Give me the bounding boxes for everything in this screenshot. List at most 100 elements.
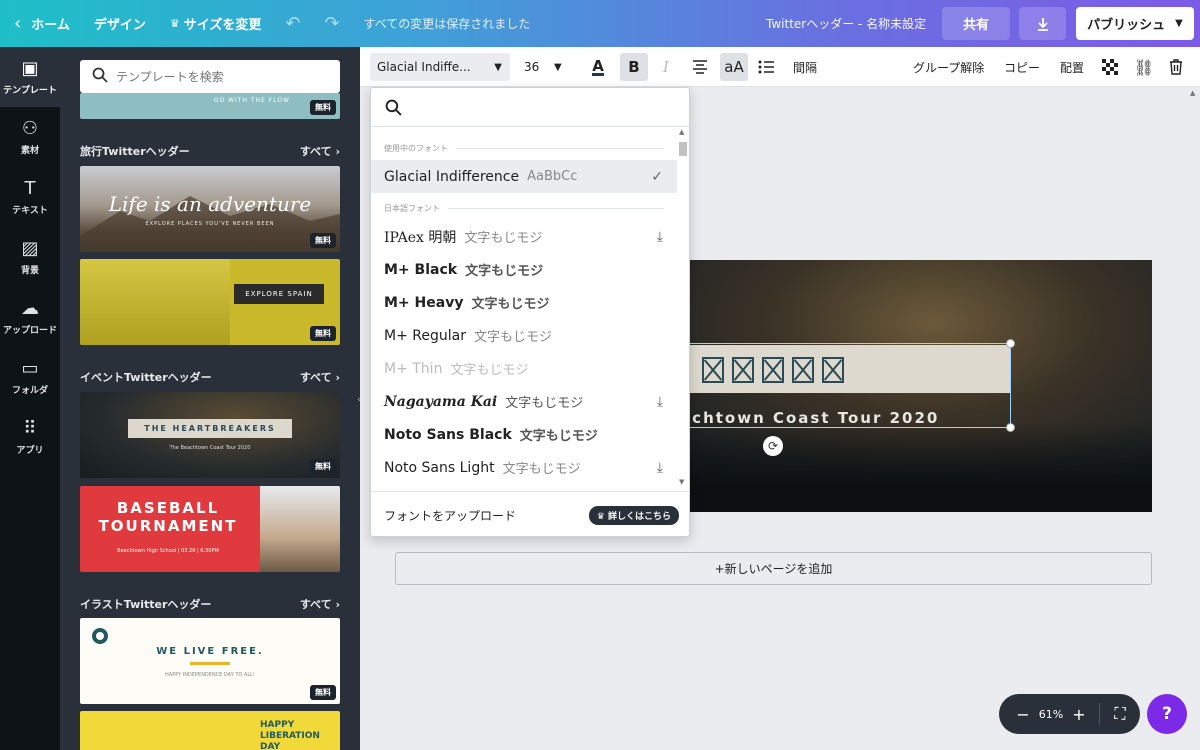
see-all-link[interactable]: すべて › [300, 596, 340, 612]
ungroup-button[interactable]: グループ解除 [913, 47, 984, 87]
see-all-link[interactable]: すべて › [300, 369, 340, 385]
download-icon[interactable]: ⤓ [657, 229, 663, 245]
template-thumbnail[interactable]: BASEBALL TOURNAMENT Beechtown High Schoo… [80, 486, 340, 572]
free-badge: 無料 [310, 459, 336, 474]
transparency-button[interactable] [1096, 53, 1124, 81]
thumbnail-subtext: The Beachtown Coast Tour 2020 [169, 445, 251, 451]
font-sample: 文字もじモジ [505, 396, 584, 411]
font-option[interactable]: M+ Heavy 文字もじモジ [371, 286, 677, 319]
resize-handle[interactable] [1006, 339, 1015, 348]
upload-font-row[interactable]: フォントをアップロード ♛ 詳しくはこちら [371, 491, 689, 536]
section-header: イラストTwitterヘッダー すべて › [80, 596, 340, 612]
template-thumbnail[interactable]: HAPPY LIBERATION DAY [80, 711, 340, 750]
chevron-down-icon: ▼ [1175, 18, 1183, 29]
rail-item-text[interactable]: T テキスト [0, 167, 60, 227]
scroll-thumb[interactable] [679, 142, 687, 156]
section-header: イベントTwitterヘッダー すべて › [80, 369, 340, 385]
spacing-button[interactable]: 間隔 [793, 47, 817, 87]
download-button[interactable] [1019, 7, 1066, 40]
thumbnail-text: Life is an adventure [108, 192, 312, 216]
font-size-value: 36 [524, 60, 540, 74]
arrange-button[interactable]: 配置 [1060, 47, 1084, 87]
rotate-handle-icon[interactable]: ⟳ [763, 436, 783, 456]
font-option[interactable]: M+ Thin 文字もじモジ [371, 352, 677, 385]
fullscreen-icon[interactable]: ⛶ [1106, 704, 1134, 724]
rail-item-uploads[interactable]: ☁ アップロード [0, 287, 60, 347]
zoom-level[interactable]: 61% [1037, 708, 1065, 721]
share-button[interactable]: 共有 [942, 7, 1010, 40]
text-color-icon: A [592, 56, 604, 76]
font-option[interactable]: IPAex 明朝 文字もじモジ ⤓ [371, 220, 677, 253]
redo-icon[interactable]: ↷ [312, 13, 351, 34]
font-family-value: Glacial Indiffe... [377, 60, 471, 74]
font-sample: 文字もじモジ [519, 429, 598, 444]
list-button[interactable] [752, 53, 780, 81]
font-name: IPAex 明朝 [384, 229, 457, 246]
font-sample: 文字もじモジ [471, 297, 550, 312]
font-option[interactable]: Nagayama Kai 文字もじモジ ⤓ [371, 385, 677, 418]
document-title[interactable]: Twitterヘッダー - 名称未設定 [766, 0, 926, 47]
font-search[interactable] [371, 88, 689, 127]
see-all-link[interactable]: すべて › [300, 143, 340, 159]
italic-button[interactable]: I [652, 53, 680, 81]
font-sample: 文字もじモジ [473, 330, 552, 345]
publish-button[interactable]: パブリッシュ ▼ [1076, 7, 1194, 40]
tour-subtitle[interactable]: echtown Coast Tour 2020 [680, 409, 939, 427]
letter-case-button[interactable]: aA [720, 53, 748, 81]
template-thumbnail[interactable]: WE LIVE FREE. HAPPY INDEPENDENCE DAY TO … [80, 618, 340, 704]
download-icon[interactable]: ⤓ [657, 460, 663, 476]
text-color-button[interactable]: A [584, 53, 612, 81]
font-option[interactable]: M+ Regular 文字もじモジ [371, 319, 677, 352]
template-thumbnail[interactable]: THE HEARTBREAKERS The Beachtown Coast To… [80, 392, 340, 478]
link-button[interactable]: ⛓ [1130, 53, 1158, 81]
template-thumbnail[interactable]: EXPLORE SPAIN 無料 [80, 259, 340, 345]
resize-button[interactable]: ♛ サイズを変更 [158, 0, 274, 47]
section-title: イラストTwitterヘッダー [80, 598, 212, 611]
font-option[interactable]: Noto Sans Black 文字もじモジ [371, 418, 677, 451]
rail-item-elements[interactable]: ⚇ 素材 [0, 107, 60, 167]
template-search[interactable] [80, 60, 340, 93]
canvas-scrollbar[interactable]: ▲ [1188, 87, 1200, 750]
see-all-label: すべて [299, 371, 332, 384]
undo-icon[interactable]: ↶ [273, 13, 312, 34]
zoom-in-button[interactable]: + [1065, 705, 1093, 724]
zoom-out-button[interactable]: − [1009, 705, 1037, 724]
search-input[interactable] [116, 69, 316, 84]
rail-item-background[interactable]: ▨ 背景 [0, 227, 60, 287]
font-name: M+ Regular [384, 327, 466, 344]
learn-more-badge[interactable]: ♛ 詳しくはこちら [588, 505, 679, 525]
bold-button[interactable]: B [620, 53, 648, 81]
rail-item-apps[interactable]: ⠿ アプリ [0, 407, 60, 467]
home-button[interactable]: ‹ ホーム [0, 0, 82, 47]
align-center-button[interactable] [686, 53, 714, 81]
transparency-icon [1102, 59, 1118, 75]
template-thumbnail[interactable]: GO WITH THE FLOW 無料 [80, 93, 340, 119]
rail-item-templates[interactable]: ▣ テンプレート [0, 47, 60, 107]
font-option[interactable]: M+ Black 文字もじモジ [371, 253, 677, 286]
delete-button[interactable] [1162, 53, 1190, 81]
thumbnail-text: BASEBALL TOURNAMENT [80, 499, 256, 535]
font-name: M+ Thin [384, 360, 443, 377]
font-sample: 文字もじモジ [502, 462, 581, 477]
font-size-select[interactable]: 36 ▼ [520, 53, 570, 81]
layout-icon: ▣ [21, 58, 39, 79]
design-menu[interactable]: デザイン [82, 0, 158, 47]
font-option[interactable]: Noto Sans Light 文字もじモジ ⤓ [371, 451, 677, 484]
rail-item-label: アップロード [2, 326, 57, 336]
dropdown-scrollbar[interactable]: ▲ ▼ [677, 128, 689, 488]
font-family-select[interactable]: Glacial Indiffe... ▼ [370, 53, 510, 81]
template-thumbnail[interactable]: Life is an adventure EXPLORE PLACES YOU'… [80, 166, 340, 252]
copy-button[interactable]: コピー [1004, 47, 1040, 87]
rail-item-label: テキスト [12, 206, 48, 216]
help-button[interactable]: ? [1147, 694, 1187, 734]
upload-font-label: フォントをアップロード [384, 508, 517, 523]
rail-item-folders[interactable]: ▭ フォルダ [0, 347, 60, 407]
font-option-selected[interactable]: Glacial Indifference AaBbCc ✓ [371, 160, 677, 193]
download-icon[interactable]: ⤓ [657, 394, 663, 410]
resize-handle[interactable] [1006, 423, 1015, 432]
thumbnail-text: WE LIVE FREE. [156, 646, 264, 657]
link-icon: ⛓ [1133, 57, 1155, 77]
font-name: Glacial Indifference [384, 168, 520, 185]
add-page-button[interactable]: +新しいページを追加 [395, 552, 1152, 585]
thumbnail-line: LIBERATION DAY [260, 731, 320, 750]
